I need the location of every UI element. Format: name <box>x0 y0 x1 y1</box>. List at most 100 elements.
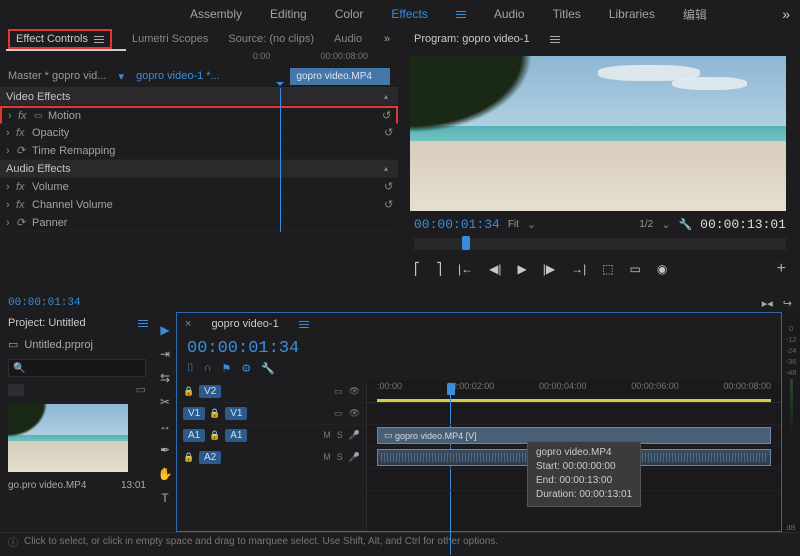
chevron-down-icon[interactable]: ⌄ <box>661 218 670 231</box>
ec-time-ruler[interactable]: 0:00 00:00:08:00 <box>0 51 398 65</box>
tab-sequence[interactable]: gopro video-1 <box>211 318 278 330</box>
ws-tab-color[interactable]: Color <box>335 7 364 21</box>
tab-effect-controls[interactable]: Effect Controls <box>8 29 112 49</box>
extract-icon[interactable]: ▭ <box>630 262 641 276</box>
toggle-output-icon[interactable]: ▭ <box>334 408 343 419</box>
eye-icon[interactable]: 👁 <box>349 408 360 419</box>
tab-program[interactable]: Program: gopro video-1 <box>414 33 530 45</box>
work-area-bar[interactable] <box>377 399 771 402</box>
fx-badge-icon[interactable]: fx <box>16 127 32 139</box>
project-menu-icon[interactable] <box>138 320 148 327</box>
track-a2-label[interactable]: A2 <box>199 451 221 464</box>
ws-tab-edit-cn[interactable]: 编辑 <box>683 6 707 23</box>
ec-fx-channel-volume[interactable]: › fx Channel Volume ↺ <box>0 196 398 214</box>
program-current-tc[interactable]: 00:00:01:34 <box>414 217 500 232</box>
mute-icon[interactable]: M <box>323 430 331 441</box>
voice-icon[interactable]: 🎤 <box>349 452 360 463</box>
project-search-input[interactable]: 🔍 <box>8 359 146 377</box>
ec-fx-panner[interactable]: › ⟳ Panner <box>0 214 398 232</box>
chevron-right-icon[interactable]: › <box>6 181 16 193</box>
step-back-icon[interactable]: ◀| <box>489 262 501 276</box>
pen-tool-icon[interactable]: ✒ <box>157 442 173 458</box>
track-lane-v2[interactable] <box>367 403 781 425</box>
source-a1-label[interactable]: A1 <box>183 429 205 442</box>
track-a1-label[interactable]: A1 <box>225 429 247 442</box>
reset-icon[interactable]: ↺ <box>384 180 398 193</box>
ws-tab-assembly[interactable]: Assembly <box>190 7 242 21</box>
ws-tab-editing[interactable]: Editing <box>270 7 307 21</box>
ws-overflow-icon[interactable]: » <box>782 6 790 22</box>
ec-clip-bar[interactable]: gopro video.MP4 <box>290 68 390 85</box>
fx-badge-icon[interactable]: fx <box>16 181 32 193</box>
reset-icon[interactable]: ↺ <box>384 198 398 211</box>
track-v2-label[interactable]: V2 <box>199 385 221 398</box>
ws-tab-libraries[interactable]: Libraries <box>609 7 655 21</box>
track-header-a2[interactable]: 🔒 A2 MS🎤 <box>177 447 366 469</box>
crop-icon[interactable]: ▭ <box>34 110 48 121</box>
voice-icon[interactable]: 🎤 <box>349 430 360 441</box>
track-select-tool-icon[interactable]: ⇥ <box>157 346 173 362</box>
ec-playhead[interactable] <box>280 88 281 232</box>
fx-badge-icon[interactable]: fx <box>18 110 34 122</box>
timeline-tracks[interactable]: :00:00 00:00:02:00 00:00:04:00 00:00:06:… <box>367 381 781 531</box>
slip-tool-icon[interactable]: ↔ <box>157 418 173 434</box>
go-to-out-icon[interactable]: →| <box>571 262 586 276</box>
program-menu-icon[interactable] <box>550 36 560 43</box>
ec-fx-opacity[interactable]: › fx Opacity ↺ <box>0 124 398 142</box>
play-icon[interactable]: ▶ <box>517 262 526 276</box>
selection-tool-icon[interactable]: ▶ <box>157 322 173 338</box>
snap-icon[interactable]: ⌷ <box>187 362 194 375</box>
ws-tab-audio[interactable]: Audio <box>494 7 525 21</box>
track-v1-label[interactable]: V1 <box>225 407 247 420</box>
eye-icon[interactable]: 👁 <box>349 386 360 397</box>
ws-tab-titles[interactable]: Titles <box>553 7 581 21</box>
linked-selection-icon[interactable]: ∩ <box>204 362 212 375</box>
source-current-tc[interactable]: 00:00:01:34 <box>8 297 81 309</box>
lock-icon[interactable]: 🔒 <box>209 430 221 441</box>
ec-fx-volume[interactable]: › fx Volume ↺ <box>0 178 398 196</box>
mark-in-icon[interactable]: ⎡ <box>414 262 420 276</box>
step-forward-icon[interactable]: |▶ <box>543 262 555 276</box>
lock-icon[interactable]: 🔒 <box>183 452 195 463</box>
ec-group-audio[interactable]: Audio Effects ▴ <box>0 160 398 178</box>
overwrite-icon[interactable]: ↪ <box>783 297 792 310</box>
timeline-playhead[interactable] <box>447 383 455 395</box>
chevron-down-icon[interactable]: ⌄ <box>527 218 536 231</box>
chevron-right-icon[interactable]: › <box>6 145 16 157</box>
bin-icon[interactable] <box>8 384 24 396</box>
chevron-right-icon[interactable]: › <box>8 110 18 122</box>
ec-fx-motion[interactable]: › fx ▭ Motion ↺ <box>0 106 398 124</box>
type-tool-icon[interactable]: T <box>157 490 173 506</box>
timeline-ruler[interactable]: :00:00 00:00:02:00 00:00:04:00 00:00:06:… <box>367 381 781 403</box>
lock-icon[interactable]: 🔒 <box>209 408 221 419</box>
solo-icon[interactable]: S <box>337 452 343 463</box>
project-clip-thumb[interactable] <box>8 404 128 472</box>
timeline-current-tc[interactable]: 00:00:01:34 <box>187 339 299 358</box>
tab-source[interactable]: Source: (no clips) <box>228 33 314 45</box>
ec-master-label[interactable]: Master * gopro vid... <box>8 70 106 82</box>
toggle-output-icon[interactable]: ▭ <box>334 386 343 397</box>
tab-lumetri-scopes[interactable]: Lumetri Scopes <box>132 33 208 45</box>
chevron-right-icon[interactable]: › <box>6 199 16 211</box>
chevron-down-icon[interactable]: ▾ <box>118 70 124 83</box>
collapse-icon[interactable]: ▴ <box>384 92 388 101</box>
ec-fx-time-remap[interactable]: › ⟳ Time Remapping <box>0 142 398 160</box>
ripple-edit-tool-icon[interactable]: ⇆ <box>157 370 173 386</box>
program-resolution-dropdown[interactable]: 1/2 <box>639 219 653 230</box>
chevron-right-icon[interactable]: › <box>6 127 16 139</box>
fx-badge-icon[interactable]: fx <box>16 199 32 211</box>
track-header-v2[interactable]: 🔒 V2 ▭👁 <box>177 381 366 403</box>
add-button-icon[interactable]: + <box>777 260 786 278</box>
reset-icon[interactable]: ↺ <box>384 126 398 139</box>
tab-project[interactable]: Project: Untitled <box>8 317 86 329</box>
mark-out-icon[interactable]: ⎤ <box>436 262 442 276</box>
chevron-right-icon[interactable]: › <box>6 217 16 229</box>
track-header-a1[interactable]: A1 🔒 A1 MS 🎤 <box>177 425 366 447</box>
source-v1-label[interactable]: V1 <box>183 407 205 420</box>
solo-icon[interactable]: S <box>337 430 343 441</box>
hand-tool-icon[interactable]: ✋ <box>157 466 173 482</box>
ws-tab-effects[interactable]: Effects <box>391 7 427 21</box>
program-monitor[interactable] <box>410 56 786 211</box>
program-fit-dropdown[interactable]: Fit <box>508 219 519 230</box>
go-to-in-icon[interactable]: |← <box>458 262 473 276</box>
